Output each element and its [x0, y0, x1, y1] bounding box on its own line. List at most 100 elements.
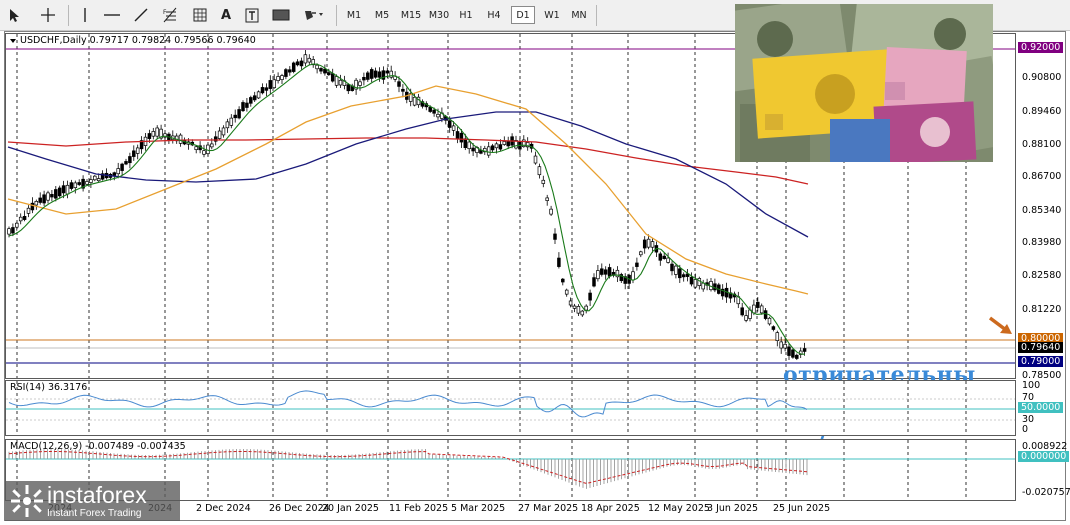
candle [256, 90, 261, 99]
candle [233, 109, 237, 123]
timeframe-mn[interactable]: MN [566, 6, 592, 24]
candle [389, 65, 393, 80]
macd-title: MACD(12,26,9) -0.007489 -0.007435 [10, 441, 186, 452]
rectangle-icon[interactable] [270, 4, 292, 26]
candle [260, 83, 265, 95]
moving-average-fast [8, 63, 806, 355]
candle [354, 78, 358, 95]
candle [701, 279, 705, 292]
candle [38, 192, 42, 205]
candle [46, 190, 50, 204]
candle [139, 136, 144, 154]
candle [299, 57, 304, 70]
candle [518, 137, 522, 155]
candle [280, 73, 284, 85]
candle [151, 127, 156, 140]
candle [120, 162, 124, 176]
candle [791, 348, 795, 359]
timeframe-w1[interactable]: W1 [539, 6, 565, 24]
candle [225, 118, 230, 133]
candle [658, 251, 663, 266]
candle [291, 61, 296, 74]
date-axis-label: 26 Dec 2024 [269, 503, 330, 514]
candle [541, 175, 546, 188]
candle [89, 175, 93, 188]
candle [252, 91, 257, 102]
candle [241, 100, 245, 112]
candle [213, 131, 218, 146]
candle [713, 278, 717, 293]
candle [759, 303, 764, 315]
candle [42, 190, 46, 206]
shapes-dropdown-icon[interactable] [302, 4, 328, 26]
timeframe-m5[interactable]: M5 [369, 6, 395, 24]
candle [217, 127, 222, 141]
timeframe-m30[interactable]: M30 [426, 6, 452, 24]
candle [229, 114, 234, 129]
candle [132, 145, 136, 161]
candle [732, 291, 737, 303]
candle [73, 180, 78, 194]
candle [736, 291, 741, 309]
text-icon[interactable]: A [218, 4, 234, 26]
cursor-arrow-icon[interactable] [6, 4, 24, 26]
candle [771, 325, 776, 332]
timeframe-m1[interactable]: M1 [343, 6, 365, 24]
candle [124, 158, 128, 166]
candle [342, 75, 347, 90]
trendline-icon[interactable] [131, 4, 151, 26]
price-tag: 0.79640 [1018, 342, 1064, 353]
candle [572, 303, 577, 313]
rsi-pane[interactable] [5, 380, 1016, 436]
candle [57, 185, 62, 199]
candle [689, 272, 694, 287]
candle [128, 152, 132, 169]
candle [486, 142, 491, 158]
moving-average-mid [7, 85, 809, 295]
equidistant-channel-icon[interactable] [190, 4, 210, 26]
timeframe-h1[interactable]: H1 [454, 6, 478, 24]
candle [323, 64, 327, 76]
candle [592, 273, 596, 288]
candle [561, 278, 565, 286]
candle [104, 168, 109, 180]
candle [600, 263, 604, 277]
candle [681, 272, 686, 282]
price-axis-label: 0.83980 [1022, 237, 1062, 248]
candle [584, 304, 588, 314]
vertical-line-icon[interactable] [76, 4, 94, 26]
candle [514, 135, 518, 150]
watermark-brand: instaforex [47, 482, 147, 508]
instaforex-logo-icon [11, 485, 43, 517]
fibonacci-icon[interactable]: F [160, 4, 180, 26]
candle [635, 257, 639, 271]
text-label-icon[interactable] [243, 4, 261, 26]
watermark: instaforex Instant Forex Trading [5, 481, 180, 521]
date-axis-label: 3 Jun 2025 [707, 503, 759, 514]
candle [330, 68, 335, 83]
horizontal-line-icon[interactable] [101, 4, 123, 26]
currency-photo [735, 4, 993, 162]
date-axis-label: 5 Mar 2025 [451, 503, 506, 514]
rsi-chart [6, 381, 1015, 435]
candle [568, 297, 573, 308]
candle [93, 174, 97, 182]
candle [603, 266, 608, 280]
candle [611, 268, 616, 278]
candle [557, 252, 561, 269]
timeframe-h4[interactable]: H4 [481, 6, 507, 24]
crosshair-icon[interactable] [38, 4, 58, 26]
candle [795, 353, 799, 361]
candle [697, 276, 702, 290]
watermark-tagline: Instant Forex Trading [47, 508, 142, 519]
candle [373, 67, 378, 79]
candle [167, 132, 171, 145]
candle [69, 179, 74, 191]
timeframe-m15[interactable]: M15 [398, 6, 424, 24]
candle [740, 302, 744, 317]
candle [580, 309, 585, 317]
timeframe-d1[interactable]: D1 [511, 6, 535, 24]
chart-title: USDCHF,Daily 0.79717 0.79824 0.79566 0.7… [20, 35, 256, 46]
rsi-title: RSI(14) 36.3176 [10, 382, 88, 393]
candle [420, 99, 425, 109]
